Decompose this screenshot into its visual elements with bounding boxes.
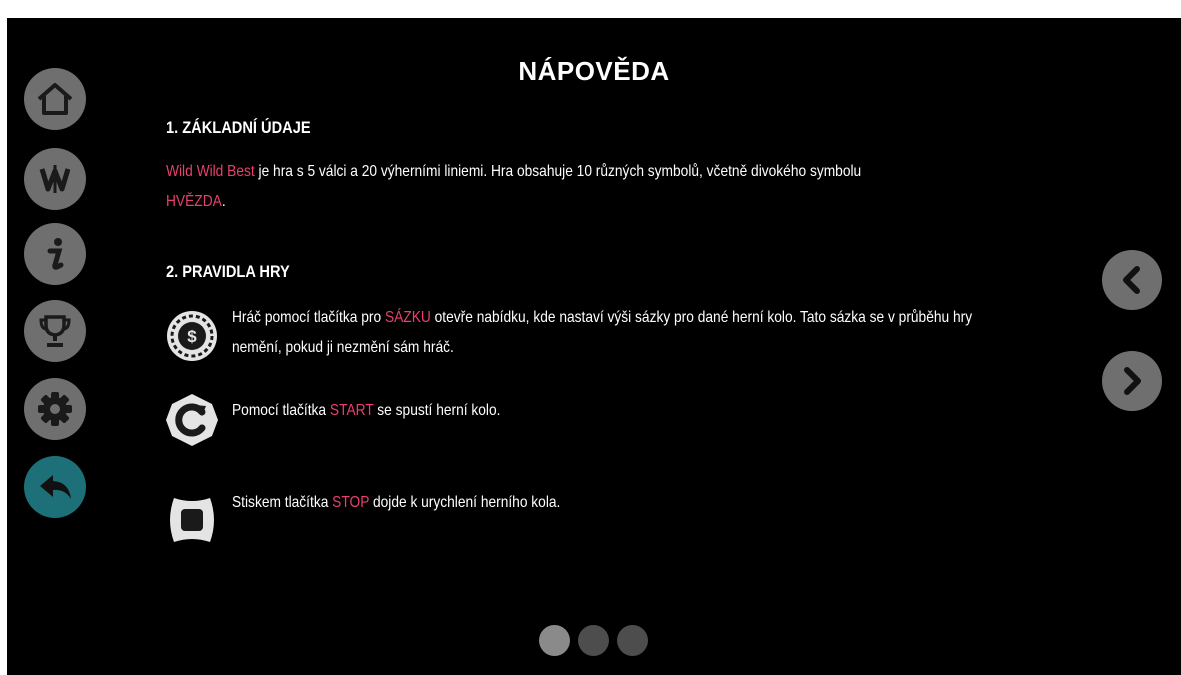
page-title: NÁPOVĚDA: [518, 56, 670, 86]
help-screen: NÁPOVĚDA 1. ZÁKLADNÍ ÚDAJE Wild Wild Bes…: [7, 18, 1181, 675]
chevron-left-icon: [1123, 266, 1140, 294]
settings-icon: [38, 392, 72, 426]
page-dot-3[interactable]: [617, 625, 648, 656]
info-icon: [47, 238, 64, 270]
wild-symbol-name: HVĚZDA: [166, 193, 222, 210]
basics-text: je hra s 5 válci a 20 výherními liniemi.…: [254, 163, 862, 180]
next-page-button[interactable]: [1102, 351, 1162, 411]
page-dot-1[interactable]: [539, 625, 570, 656]
game-name: Wild Wild Best: [166, 163, 255, 180]
basics-text-end: .: [221, 193, 226, 210]
game-logo-icon: [39, 165, 71, 193]
section-heading-rules: 2. PRAVIDLA HRY: [166, 262, 290, 281]
trophy-icon: [39, 315, 71, 347]
rule-stop-text: Stiskem tlačítka STOP dojde k urychlení …: [232, 494, 561, 511]
rule-start-text: Pomocí tlačítka START se spustí herní ko…: [232, 402, 501, 419]
start-keyword: START: [329, 402, 374, 419]
previous-page-button[interactable]: [1102, 250, 1162, 310]
start-spin-icon: [166, 394, 218, 446]
bet-keyword: SÁZKU: [384, 309, 431, 326]
info-button[interactable]: [24, 223, 86, 285]
game-logo-button[interactable]: [24, 148, 86, 210]
rule-bet-text: Hráč pomocí tlačítka pro SÁZKU otevře na…: [232, 309, 973, 356]
stop-keyword: STOP: [332, 494, 370, 511]
back-button[interactable]: [24, 456, 86, 518]
page-dot-2[interactable]: [578, 625, 609, 656]
settings-button[interactable]: [24, 378, 86, 440]
stop-icon: [170, 498, 214, 542]
paytable-button[interactable]: [24, 300, 86, 362]
back-icon: [40, 475, 71, 499]
section-heading-basics: 1. ZÁKLADNÍ ÚDAJE: [166, 118, 311, 137]
chevron-right-icon: [1124, 367, 1141, 395]
basics-paragraph: Wild Wild Best je hra s 5 válci a 20 výh…: [166, 157, 1035, 217]
svg-text:$: $: [187, 327, 197, 346]
bet-coin-icon: $: [167, 311, 217, 361]
